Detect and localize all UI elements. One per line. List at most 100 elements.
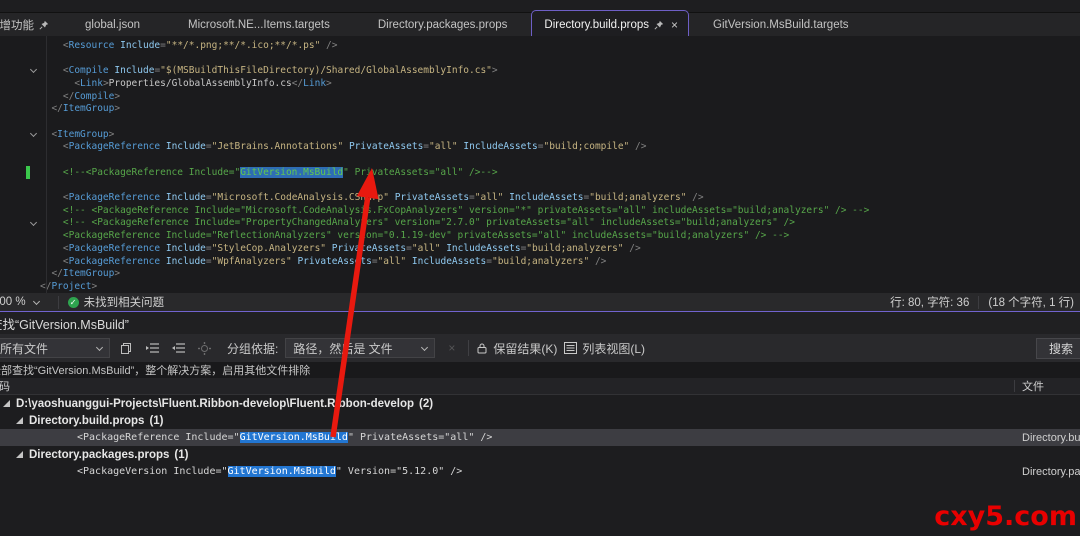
- tab-directory.build.props[interactable]: Directory.build.props ×: [531, 10, 689, 36]
- editor-gutter: [0, 267, 40, 280]
- tab-label: Microsoft.NE...Items.targets: [188, 19, 330, 31]
- result-node-label: Directory.packages.props: [29, 449, 169, 461]
- search-result-root[interactable]: D:\yaoshuanggui-Projects\Fluent.Ribbon-d…: [0, 395, 1080, 412]
- search-result-file[interactable]: Directory.packages.props (1): [0, 446, 1080, 463]
- code-line: <!--<PackageReference Include="GitVersio…: [0, 166, 1080, 179]
- search-result-file[interactable]: Directory.build.props (1): [0, 412, 1080, 429]
- editor-gutter: [0, 52, 40, 65]
- expand-all-icon[interactable]: [143, 339, 162, 358]
- code-line: </Compile>: [0, 90, 1080, 103]
- lock-icon: [476, 342, 488, 354]
- fold-chevron-icon[interactable]: [30, 219, 37, 226]
- copy-results-icon[interactable]: [117, 339, 136, 358]
- column-divider[interactable]: [1014, 380, 1015, 392]
- pin-icon: [39, 20, 49, 30]
- editor-gutter: [0, 128, 40, 141]
- editor-gutter: [0, 90, 40, 103]
- code-editor[interactable]: <Resource Include="**/*.png;**/*.ico;**/…: [0, 36, 1080, 293]
- editor-gutter: [0, 166, 40, 179]
- editor-gutter: [0, 39, 40, 52]
- code-column-header[interactable]: 代码: [0, 378, 10, 394]
- editor-gutter: [0, 229, 40, 242]
- list-icon: [564, 342, 577, 354]
- results-column-header: 代码 文件: [0, 378, 1080, 395]
- zoom-level-selector[interactable]: 100 %: [0, 296, 49, 308]
- match-highlight: GitVersion.MsBuild: [240, 432, 348, 443]
- tab-label: Directory.build.props: [544, 19, 649, 31]
- expand-triangle-icon[interactable]: [16, 417, 23, 424]
- result-count: (1): [174, 449, 188, 461]
- code-line: [0, 179, 1080, 192]
- tab-index-0[interactable]: 新增功能: [0, 13, 61, 36]
- search-panel-title-row: 查找“GitVersion.MsBuild”: [0, 312, 1080, 334]
- keep-results-label: 保留结果(K): [493, 340, 557, 357]
- group-by-dropdown[interactable]: 路径，然后是 文件: [285, 338, 435, 358]
- search-toolbar: 所有文件 分组依据: 路径，然后是 文件 × 保留结果(K) 列表视图(L) 搜…: [0, 334, 1080, 362]
- tab-directory.packages.props[interactable]: Directory.packages.props: [354, 13, 532, 36]
- chevron-down-icon: [33, 297, 40, 304]
- watermark: cxy5.com: [934, 501, 1077, 532]
- divider: [468, 340, 469, 356]
- code-line: <PackageReference Include="ReflectionAna…: [0, 229, 1080, 242]
- tab-label: Directory.packages.props: [378, 19, 508, 31]
- group-by-value: 路径，然后是 文件: [293, 340, 392, 357]
- code-line: </Project>: [0, 280, 1080, 293]
- keep-results-button[interactable]: 保留结果(K): [476, 340, 557, 357]
- tab-gitversion.msbuild.targets[interactable]: GitVersion.MsBuild.targets: [689, 13, 873, 36]
- chevron-down-icon: [96, 343, 103, 350]
- editor-gutter: [0, 242, 40, 255]
- result-count: (1): [149, 415, 163, 427]
- editor-gutter: [0, 77, 40, 90]
- clear-results-icon[interactable]: ×: [442, 339, 461, 358]
- code-line: <PackageReference Include="StyleCop.Anal…: [0, 242, 1080, 255]
- result-file-cell: Directory.build.props: [1022, 432, 1080, 444]
- editor-gutter: [0, 141, 40, 154]
- search-button[interactable]: 搜索: [1036, 338, 1080, 359]
- code-line: <ItemGroup>: [0, 128, 1080, 141]
- tab-label: global.json: [85, 19, 140, 31]
- collapse-all-icon[interactable]: [169, 339, 188, 358]
- fold-chevron-icon[interactable]: [30, 66, 37, 73]
- tab-close-icon[interactable]: ×: [671, 18, 678, 32]
- tab-global.json[interactable]: global.json: [61, 13, 164, 36]
- editor-gutter: [0, 255, 40, 268]
- search-results-list: D:\yaoshuanggui-Projects\Fluent.Ribbon-d…: [0, 395, 1080, 480]
- tab-microsoft.ne...items.targets[interactable]: Microsoft.NE...Items.targets: [164, 13, 354, 36]
- code-line: <Resource Include="**/*.png;**/*.ico;**/…: [0, 39, 1080, 52]
- pin-icon: [654, 20, 664, 30]
- code-line: </ItemGroup>: [0, 102, 1080, 115]
- editor-status-bar: 100 % ✓ 未找到相关问题 行: 80, 字符: 36 (18 个字符, 1…: [0, 293, 1080, 312]
- fold-chevron-icon[interactable]: [30, 130, 37, 137]
- check-circle-icon: ✓: [68, 297, 79, 308]
- search-result-match[interactable]: <PackageVersion Include="GitVersion.MsBu…: [0, 463, 1080, 480]
- search-summary-text: 全部查找“GitVersion.MsBuild”，整个解决方案，启用其他文件排除: [0, 362, 310, 378]
- list-view-button[interactable]: 列表视图(L): [564, 340, 645, 357]
- expand-triangle-icon[interactable]: [16, 451, 23, 458]
- chevron-down-icon: [421, 343, 428, 350]
- tab-bar: 新增功能 global.json Microsoft.NE...Items.targ…: [0, 13, 1080, 36]
- search-panel-title: 查找“GitVersion.MsBuild”: [0, 314, 129, 333]
- code-line: [0, 52, 1080, 65]
- code-line: <PackageReference Include="Microsoft.Cod…: [0, 191, 1080, 204]
- code-line: <Link>Properties/GlobalAssemblyInfo.cs</…: [0, 77, 1080, 90]
- settings-icon[interactable]: [195, 339, 214, 358]
- group-by-label: 分组依据:: [227, 340, 278, 357]
- editor-gutter: [0, 217, 40, 230]
- change-bar: [26, 166, 30, 179]
- file-column-header[interactable]: 文件: [1022, 378, 1044, 394]
- editor-gutter: [0, 64, 40, 77]
- file-scope-dropdown[interactable]: 所有文件: [0, 338, 110, 358]
- expand-triangle-icon[interactable]: [3, 400, 10, 407]
- selection-info: (18 个字符, 1 行): [988, 294, 1074, 310]
- code-line: [0, 153, 1080, 166]
- file-scope-value: 所有文件: [0, 340, 48, 357]
- tab-label: GitVersion.MsBuild.targets: [713, 19, 849, 31]
- caret-position: 行: 80, 字符: 36: [890, 294, 969, 310]
- search-result-match[interactable]: <PackageReference Include="GitVersion.Ms…: [0, 429, 1080, 446]
- editor-gutter: [0, 204, 40, 217]
- tab-label: 新增功能: [0, 17, 34, 33]
- match-highlight: GitVersion.MsBuild: [228, 466, 336, 477]
- editor-gutter: [0, 280, 40, 293]
- result-node-label: Directory.build.props: [29, 415, 144, 427]
- search-summary-row: 全部查找“GitVersion.MsBuild”，整个解决方案，启用其他文件排除: [0, 362, 1080, 378]
